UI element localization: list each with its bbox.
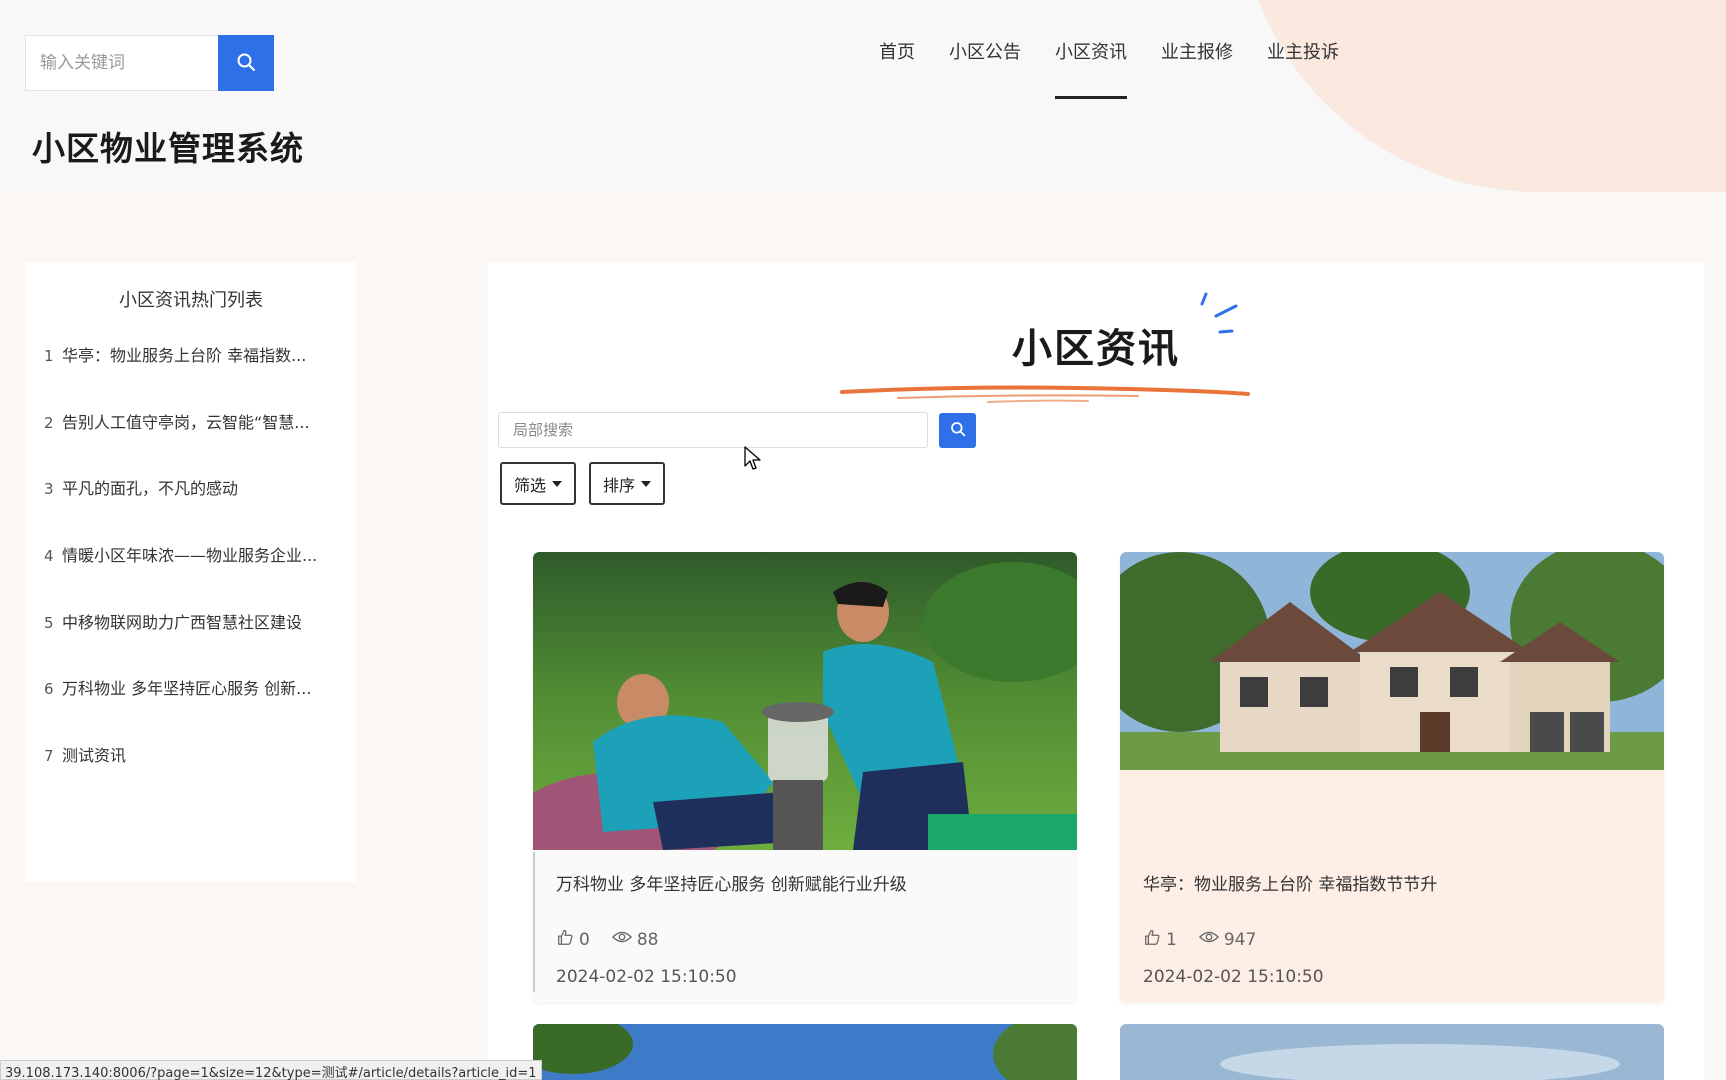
brush-underline-decoration	[840, 385, 1250, 403]
like-count: 0	[579, 929, 590, 950]
sidebar-title: 小区资讯热门列表	[119, 290, 263, 311]
search-icon	[950, 421, 966, 440]
view-stat: 947	[1198, 929, 1257, 950]
list-item[interactable]: 7 测试资讯	[44, 742, 344, 809]
item-label: 万科物业 多年坚持匠心服务 创新...	[62, 679, 312, 699]
item-number: 1	[44, 347, 54, 365]
keyword-search-button[interactable]	[218, 35, 274, 91]
eye-icon	[611, 929, 632, 950]
sort-label: 排序	[603, 475, 636, 495]
item-number: 4	[44, 547, 54, 566]
item-number: 6	[44, 680, 54, 699]
eye-icon	[1198, 929, 1219, 950]
item-label: 平凡的面孔，不凡的感动	[62, 479, 239, 499]
news-card-stats: 1 947	[1143, 928, 1270, 951]
local-search-button[interactable]	[939, 413, 976, 448]
news-card-image[interactable]	[1120, 1024, 1664, 1080]
list-item[interactable]: 4 情暖小区年味浓——物业服务企业...	[44, 542, 344, 609]
view-count: 947	[1223, 929, 1257, 950]
news-card-image[interactable]	[533, 1024, 1077, 1080]
card-accent-line	[533, 852, 535, 992]
item-label: 中移物联网助力广西智慧社区建设	[62, 612, 303, 632]
item-label: 测试资讯	[62, 746, 127, 766]
header-search	[25, 35, 274, 91]
item-number: 7	[44, 747, 54, 766]
news-card[interactable]: 华亭：物业服务上台阶 幸福指数节节升 1 947 2024-02-02 15:1…	[1120, 552, 1664, 1002]
hot-news-sidebar: 小区资讯热门列表 1 华亭：物业服务上台阶 幸福指数... 2 告别人工值守亭岗…	[26, 262, 356, 882]
list-item[interactable]: 5 中移物联网助力广西智慧社区建设	[44, 609, 344, 676]
caret-down-icon	[552, 480, 563, 487]
news-card[interactable]: 万科物业 多年坚持匠心服务 创新赋能行业升级 0 88 2024-02-02 1…	[533, 552, 1077, 1002]
filter-label: 筛选	[514, 475, 547, 495]
hot-news-list: 1 华亭：物业服务上台阶 幸福指数... 2 告别人工值守亭岗，云智能“智慧..…	[44, 342, 344, 809]
list-item[interactable]: 1 华亭：物业服务上台阶 幸福指数...	[44, 342, 344, 409]
local-search-input[interactable]	[498, 412, 928, 448]
news-card-date: 2024-02-02 15:10:50	[1143, 967, 1324, 987]
item-number: 3	[44, 480, 54, 499]
page-title: 小区资讯	[1012, 326, 1180, 372]
news-main-panel: 小区资讯 筛选 排序	[488, 262, 1704, 1080]
like-stat[interactable]: 0	[556, 928, 590, 951]
like-stat[interactable]: 1	[1143, 928, 1177, 951]
nav-notices[interactable]: 小区公告	[932, 40, 1038, 100]
main-nav: 首页 小区公告 小区资讯 业主报修 业主投诉	[862, 40, 1356, 100]
nav-repair[interactable]: 业主报修	[1144, 40, 1250, 100]
item-number: 2	[44, 413, 54, 432]
filter-dropdown-button[interactable]: 筛选	[500, 462, 577, 505]
nav-news[interactable]: 小区资讯	[1038, 40, 1144, 100]
list-item[interactable]: 2 告别人工值守亭岗，云智能“智慧...	[44, 409, 344, 476]
view-count: 88	[636, 929, 659, 950]
news-card-stats: 0 88	[556, 928, 672, 951]
news-card-image	[533, 552, 1077, 850]
news-card-title: 万科物业 多年坚持匠心服务 创新赋能行业升级	[556, 875, 907, 895]
caret-down-icon	[641, 480, 652, 487]
list-item[interactable]: 6 万科物业 多年坚持匠心服务 创新...	[44, 675, 344, 742]
item-label: 华亭：物业服务上台阶 幸福指数...	[62, 346, 307, 365]
keyword-search-input[interactable]	[25, 35, 218, 91]
sort-dropdown-button[interactable]: 排序	[589, 462, 666, 505]
item-label: 告别人工值守亭岗，云智能“智慧...	[62, 412, 310, 432]
like-count: 1	[1166, 929, 1177, 950]
cursor-icon	[744, 446, 761, 470]
news-card-date: 2024-02-02 15:10:50	[556, 967, 737, 987]
site-title: 小区物业管理系统	[32, 129, 304, 168]
site-header: 小区物业管理系统 首页 小区公告 小区资讯 业主报修 业主投诉	[0, 0, 1726, 192]
news-card-image	[1120, 552, 1664, 850]
nav-complaint[interactable]: 业主投诉	[1250, 40, 1356, 100]
item-label: 情暖小区年味浓——物业服务企业...	[62, 546, 318, 566]
list-item[interactable]: 3 平凡的面孔，不凡的感动	[44, 475, 344, 542]
browser-status-bar: 39.108.173.140:8006/?page=1&size=12&type…	[0, 1060, 542, 1080]
item-number: 5	[44, 613, 54, 632]
like-icon	[1143, 928, 1161, 951]
view-stat: 88	[611, 929, 659, 950]
news-card-title: 华亭：物业服务上台阶 幸福指数节节升	[1143, 875, 1438, 895]
sparkle-decoration-icon	[1200, 292, 1238, 334]
nav-home[interactable]: 首页	[862, 40, 932, 100]
search-icon	[236, 52, 256, 75]
like-icon	[556, 928, 574, 951]
